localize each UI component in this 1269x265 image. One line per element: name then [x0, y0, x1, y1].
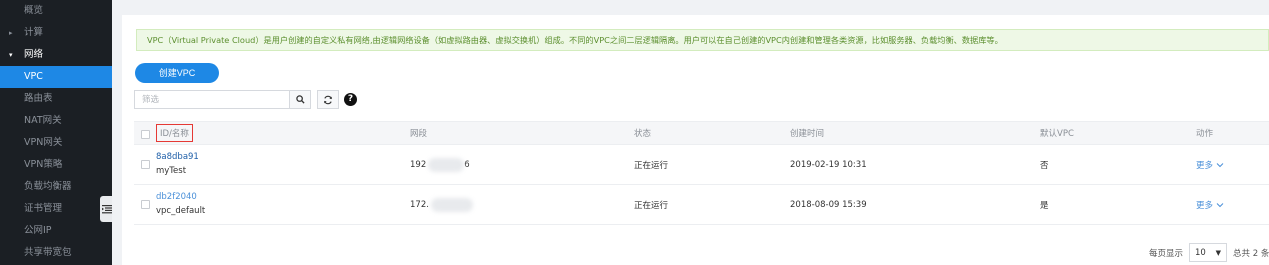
per-page-label: 每页显示: [1149, 248, 1184, 259]
default-vpc-cell: 是: [1040, 200, 1049, 211]
redacted-blur: [430, 197, 473, 212]
table-header: ID/名称 网段 状态 创建时间 默认VPC 动作: [134, 121, 1269, 145]
more-actions-label: 更多: [1196, 160, 1214, 171]
per-page-value: 10: [1195, 247, 1206, 258]
row-checkbox[interactable]: [141, 200, 150, 209]
header-created-time: 创建时间: [790, 129, 825, 139]
sidebar-item-network[interactable]: ▾ 网络: [0, 44, 112, 66]
sidebar-item-route-table[interactable]: 路由表: [0, 88, 112, 110]
table-row: 8a8dba91 myTest 192 6 正在运行 2019-02-19 10…: [134, 145, 1269, 185]
collapse-menu-icon: [102, 205, 112, 214]
created-time-cell: 2018-08-09 15:39: [790, 199, 867, 210]
total-count: 总共 2 条: [1233, 248, 1269, 259]
sidebar-item-vpn-gateway[interactable]: VPN网关: [0, 132, 112, 154]
help-icon[interactable]: ?: [344, 93, 357, 106]
search-button[interactable]: [289, 91, 310, 108]
sidebar-item-vpc[interactable]: VPC: [0, 66, 112, 88]
header-default-vpc: 默认VPC: [1040, 129, 1074, 139]
refresh-button[interactable]: [317, 90, 339, 109]
created-time-cell: 2019-02-19 10:31: [790, 159, 867, 170]
sidebar-item-overview[interactable]: 概览: [0, 0, 112, 22]
caret-down-icon: ▼: [1215, 248, 1222, 257]
sidebar-item-label: 网络: [24, 49, 44, 60]
more-actions-label: 更多: [1196, 200, 1214, 211]
state-cell: 正在运行: [634, 160, 669, 171]
info-banner: VPC（Virtual Private Cloud）是用户创建的自定义私有网络,…: [136, 29, 1269, 51]
default-vpc-cell: 否: [1040, 160, 1049, 171]
per-page-select[interactable]: 10 ▼: [1189, 243, 1228, 262]
id-name-cell: db2f2040 vpc_default: [156, 185, 205, 224]
header-action: 动作: [1196, 129, 1214, 139]
sidebar: 概览 ▸ 计算 ▾ 网络 VPC 路由表 NAT网关 VPN网关 VPN策略 负…: [0, 0, 112, 265]
row-checkbox[interactable]: [141, 160, 150, 169]
table-row: db2f2040 vpc_default 172. 正在运行 2018-08-0…: [134, 185, 1269, 225]
vpc-id-link[interactable]: db2f2040: [156, 191, 197, 204]
chevron-down-icon: [1216, 162, 1224, 167]
cidr-cell: 192 6: [410, 145, 470, 184]
more-actions-dropdown[interactable]: 更多: [1196, 145, 1224, 184]
sidebar-item-public-ip[interactable]: 公网IP: [0, 220, 112, 242]
sidebar-item-vpn-policy[interactable]: VPN策略: [0, 154, 112, 176]
search-icon: [295, 95, 305, 104]
chevron-right-icon: ▸: [9, 29, 13, 37]
cidr-prefix: 192: [410, 159, 427, 170]
chevron-down-icon: ▾: [9, 51, 13, 59]
sidebar-item-compute[interactable]: ▸ 计算: [0, 22, 112, 44]
state-cell: 正在运行: [634, 200, 669, 211]
cidr-prefix: 172.: [410, 199, 429, 210]
refresh-icon: [324, 95, 332, 104]
id-name-cell: 8a8dba91 myTest: [156, 145, 199, 184]
more-actions-dropdown[interactable]: 更多: [1196, 185, 1224, 224]
sidebar-item-label: 计算: [24, 27, 44, 38]
main-content: VPC（Virtual Private Cloud）是用户创建的自定义私有网络,…: [112, 0, 1269, 265]
sidebar-item-certificate[interactable]: 证书管理: [0, 198, 112, 220]
chevron-down-icon: [1216, 202, 1224, 207]
vpc-name: vpc_default: [156, 206, 206, 216]
sidebar-item-load-balancer[interactable]: 负载均衡器: [0, 176, 112, 198]
filter-input[interactable]: [135, 91, 290, 108]
filter-box: [134, 90, 311, 109]
cidr-cell: 172.: [410, 185, 473, 224]
header-cidr: 网段: [410, 129, 428, 139]
header-state: 状态: [634, 129, 652, 139]
vpc-id-link[interactable]: 8a8dba91: [156, 151, 199, 164]
vpc-panel: VPC（Virtual Private Cloud）是用户创建的自定义私有网络,…: [122, 15, 1269, 265]
cidr-suffix: 6: [464, 159, 470, 170]
select-all-checkbox[interactable]: [141, 130, 150, 139]
pagination: 每页显示 10 ▼ 总共 2 条: [1149, 243, 1269, 262]
header-id-name[interactable]: ID/名称: [156, 122, 193, 144]
vpc-table: ID/名称 网段 状态 创建时间 默认VPC 动作 8a8dba91 myTes…: [134, 121, 1269, 225]
create-vpc-button[interactable]: 创建VPC: [135, 63, 219, 83]
sidebar-item-shared-bandwidth[interactable]: 共享带宽包: [0, 242, 112, 264]
id-name-header-highlight: ID/名称: [156, 124, 193, 142]
redacted-blur: [428, 157, 465, 172]
vpc-name: myTest: [156, 166, 187, 176]
sidebar-item-nat-gateway[interactable]: NAT网关: [0, 110, 112, 132]
